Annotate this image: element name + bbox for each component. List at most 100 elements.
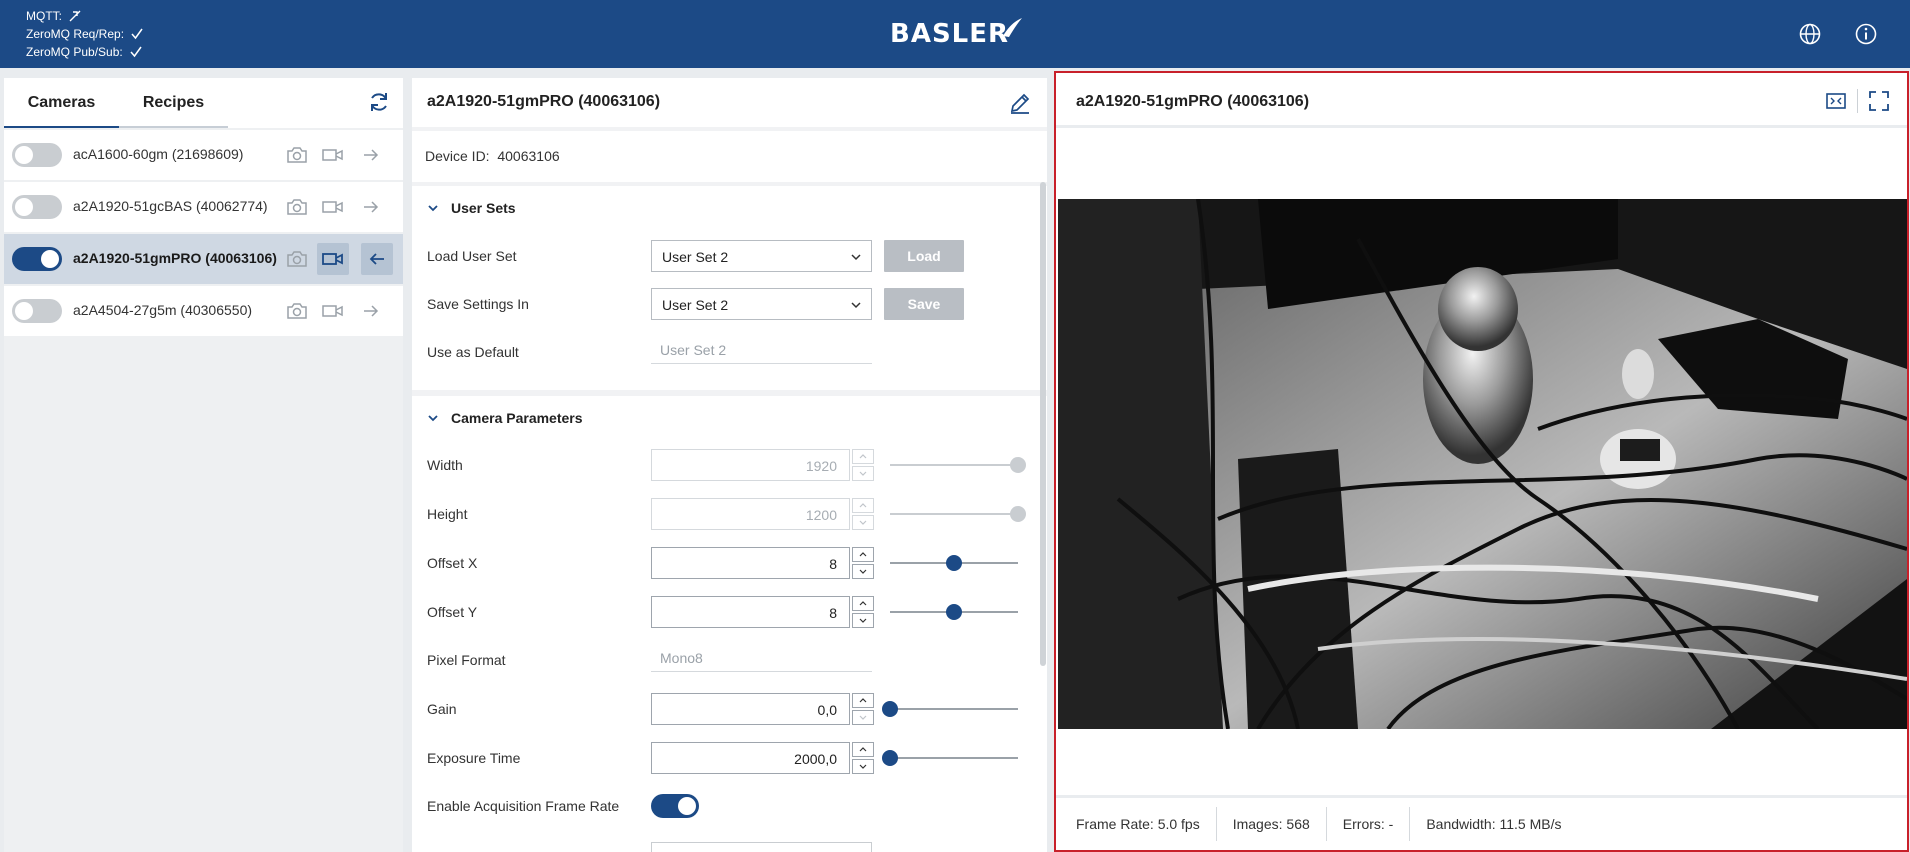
- settings-scrollbar[interactable]: [1040, 182, 1046, 666]
- zmq-pubsub-label: ZeroMQ Pub/Sub:: [26, 45, 123, 59]
- offset-x-slider[interactable]: [890, 555, 1018, 571]
- logo-swoosh-icon: [1003, 18, 1023, 37]
- offset-y-input[interactable]: 8: [651, 596, 850, 628]
- height-slider[interactable]: [890, 506, 1026, 522]
- frame-rate-status: Frame Rate: 5.0 fps: [1056, 807, 1217, 841]
- chevron-down-icon[interactable]: [426, 201, 440, 215]
- slider-thumb[interactable]: [882, 750, 898, 766]
- width-slider[interactable]: [890, 457, 1026, 473]
- edit-icon[interactable]: [1008, 91, 1032, 115]
- snapshot-icon[interactable]: [284, 194, 310, 220]
- device-id-value: 40063106: [497, 148, 560, 164]
- exposure-time-stepper[interactable]: [852, 742, 874, 774]
- arrow-right-icon[interactable]: [358, 298, 384, 324]
- tab-bar: Cameras Recipes: [4, 78, 403, 128]
- gain-slider[interactable]: [882, 701, 1018, 717]
- video-icon[interactable]: [320, 298, 346, 324]
- load-button[interactable]: Load: [884, 240, 964, 272]
- zmq-reqrep-status: ZeroMQ Req/Rep:: [26, 25, 144, 43]
- tab-recipes[interactable]: Recipes: [119, 78, 228, 128]
- increment-button[interactable]: [852, 547, 874, 562]
- save-settings-select[interactable]: User Set 2: [651, 288, 872, 320]
- decrement-button[interactable]: [852, 515, 874, 530]
- disconnected-icon: [69, 10, 81, 22]
- exposure-time-input[interactable]: 2000,0: [651, 742, 850, 774]
- status-bar: Frame Rate: 5.0 fps Images: 568 Errors: …: [1056, 795, 1907, 850]
- slider-thumb[interactable]: [946, 555, 962, 571]
- pixel-format-label: Pixel Format: [427, 652, 506, 668]
- fullscreen-icon[interactable]: [1868, 90, 1890, 112]
- offset-y-stepper[interactable]: [852, 596, 874, 628]
- increment-button[interactable]: [852, 596, 874, 611]
- arrow-right-icon[interactable]: [358, 142, 384, 168]
- increment-button[interactable]: [852, 498, 874, 513]
- top-bar: MQTT: ZeroMQ Req/Rep: ZeroMQ Pub/Sub: BA…: [0, 0, 1910, 68]
- increment-button[interactable]: [852, 742, 874, 757]
- arrow-left-icon[interactable]: [361, 243, 393, 275]
- mqtt-status: MQTT:: [26, 7, 144, 25]
- camera-toggle[interactable]: [12, 195, 62, 219]
- arrow-right-icon[interactable]: [358, 194, 384, 220]
- gain-stepper[interactable]: [852, 693, 874, 725]
- width-stepper[interactable]: [852, 449, 874, 481]
- snapshot-icon[interactable]: [284, 142, 310, 168]
- offset-y-label: Offset Y: [427, 604, 478, 620]
- bandwidth-status: Bandwidth: 11.5 MB/s: [1426, 816, 1562, 832]
- chevron-down-icon[interactable]: [426, 411, 440, 425]
- offset-x-stepper[interactable]: [852, 547, 874, 579]
- camera-settings-panel: a2A1920-51gmPRO (40063106) Device ID: 40…: [412, 78, 1047, 852]
- frame-rate-enable-toggle[interactable]: [651, 794, 699, 818]
- offset-y-slider[interactable]: [890, 604, 1018, 620]
- fit-to-window-icon[interactable]: [1825, 90, 1847, 112]
- camera-list-item[interactable]: a2A4504-27g5m (40306550): [4, 286, 403, 336]
- settings-title: a2A1920-51gmPRO (40063106): [427, 93, 661, 110]
- save-button[interactable]: Save: [884, 288, 964, 320]
- decrement-button[interactable]: [852, 613, 874, 628]
- load-user-set-select[interactable]: User Set 2: [651, 240, 872, 272]
- tab-cameras[interactable]: Cameras: [4, 78, 119, 128]
- live-view-panel: a2A1920-51gmPRO (40063106) Frame Rate: 5…: [1054, 71, 1909, 852]
- snapshot-icon[interactable]: [284, 246, 310, 272]
- camera-feed-image: [1058, 199, 1907, 729]
- slider-thumb[interactable]: [1010, 457, 1026, 473]
- increment-button[interactable]: [852, 449, 874, 464]
- decrement-button[interactable]: [852, 759, 874, 774]
- camera-list-item-selected[interactable]: a2A1920-51gmPRO (40063106): [4, 234, 403, 284]
- increment-button[interactable]: [852, 693, 874, 708]
- camera-list-item[interactable]: a2A1920-51gcBAS (40062774): [4, 182, 403, 232]
- info-icon[interactable]: [1853, 21, 1879, 47]
- decrement-button[interactable]: [852, 466, 874, 481]
- height-input[interactable]: 1200: [651, 498, 850, 530]
- decrement-button[interactable]: [852, 710, 874, 725]
- offset-x-label: Offset X: [427, 555, 478, 571]
- gain-input[interactable]: 0,0: [651, 693, 850, 725]
- live-camera-image[interactable]: [1058, 199, 1907, 729]
- load-user-set-label: Load User Set: [427, 248, 517, 264]
- slider-thumb[interactable]: [1010, 506, 1026, 522]
- height-stepper[interactable]: [852, 498, 874, 530]
- refresh-icon[interactable]: [367, 90, 391, 114]
- device-id-row: Device ID: 40063106: [412, 131, 1047, 182]
- slider-thumb[interactable]: [882, 701, 898, 717]
- globe-icon[interactable]: [1797, 21, 1823, 47]
- camera-toggle[interactable]: [12, 247, 62, 271]
- basler-logo: BASLER: [890, 18, 1023, 50]
- snapshot-icon[interactable]: [284, 298, 310, 324]
- section-title[interactable]: Camera Parameters: [451, 410, 583, 426]
- offset-x-input[interactable]: 8: [651, 547, 850, 579]
- video-icon[interactable]: [320, 142, 346, 168]
- video-icon[interactable]: [317, 243, 349, 275]
- slider-thumb[interactable]: [946, 604, 962, 620]
- width-input[interactable]: 1920: [651, 449, 850, 481]
- camera-toggle[interactable]: [12, 143, 62, 167]
- video-icon[interactable]: [320, 194, 346, 220]
- camera-list-item[interactable]: acA1600-60gm (21698609): [4, 130, 403, 180]
- use-as-default-label: Use as Default: [427, 344, 519, 360]
- check-icon: [130, 46, 142, 58]
- decrement-button[interactable]: [852, 564, 874, 579]
- pixel-format-field: Mono8: [651, 644, 872, 672]
- exposure-time-label: Exposure Time: [427, 750, 521, 766]
- camera-toggle[interactable]: [12, 299, 62, 323]
- section-title[interactable]: User Sets: [451, 200, 516, 216]
- exposure-time-slider[interactable]: [882, 750, 1018, 766]
